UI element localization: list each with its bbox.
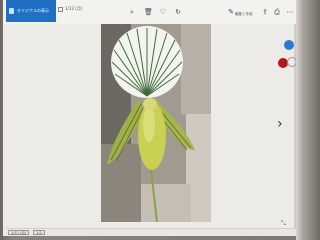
edit-create-label[interactable]: 編集と作成	[235, 12, 253, 17]
next-arrow-icon[interactable]: ›	[277, 116, 287, 132]
edit-icon[interactable]: ✎	[227, 8, 235, 16]
resize-icon[interactable]: ⤡	[281, 220, 286, 228]
file-icon	[9, 8, 14, 14]
tab-label: オリジナルの表示	[17, 8, 49, 13]
zoom-icon[interactable]: ⌕	[128, 8, 136, 16]
taskbar: 1/12 (月) 1/2	[6, 228, 299, 236]
calendar-icon	[58, 6, 63, 12]
tab-label: 1/12 (月)	[65, 6, 83, 11]
taskbar-item[interactable]: 1/12 (月)	[8, 230, 30, 235]
rotate-icon[interactable]: ↻	[174, 8, 182, 16]
screen: オリジナルの表示 1/12 (月) ⌕ 🗑 ♡ ↻ ✎ 編集と作成 ⇪ ⎙ ⋯	[3, 0, 299, 236]
blue-dot-button[interactable]	[284, 40, 294, 50]
tab-date[interactable]: 1/12 (月)	[58, 4, 92, 14]
share-icon[interactable]: ⇪	[261, 8, 269, 16]
heart-icon[interactable]: ♡	[159, 8, 167, 16]
orchid-image	[101, 24, 211, 222]
monitor-bezel-right	[296, 0, 320, 240]
photo-viewer-toolbar: オリジナルの表示 1/12 (月) ⌕ 🗑 ♡ ↻ ✎ 編集と作成 ⇪ ⎙ ⋯	[3, 0, 296, 24]
tab-original-view[interactable]: オリジナルの表示	[6, 0, 56, 22]
orchid-photo	[101, 24, 211, 222]
taskbar-item[interactable]: 1/2	[33, 230, 45, 235]
delete-icon[interactable]: 🗑	[144, 8, 153, 16]
more-icon[interactable]: ⋯	[286, 8, 294, 16]
print-icon[interactable]: ⎙	[273, 8, 281, 16]
